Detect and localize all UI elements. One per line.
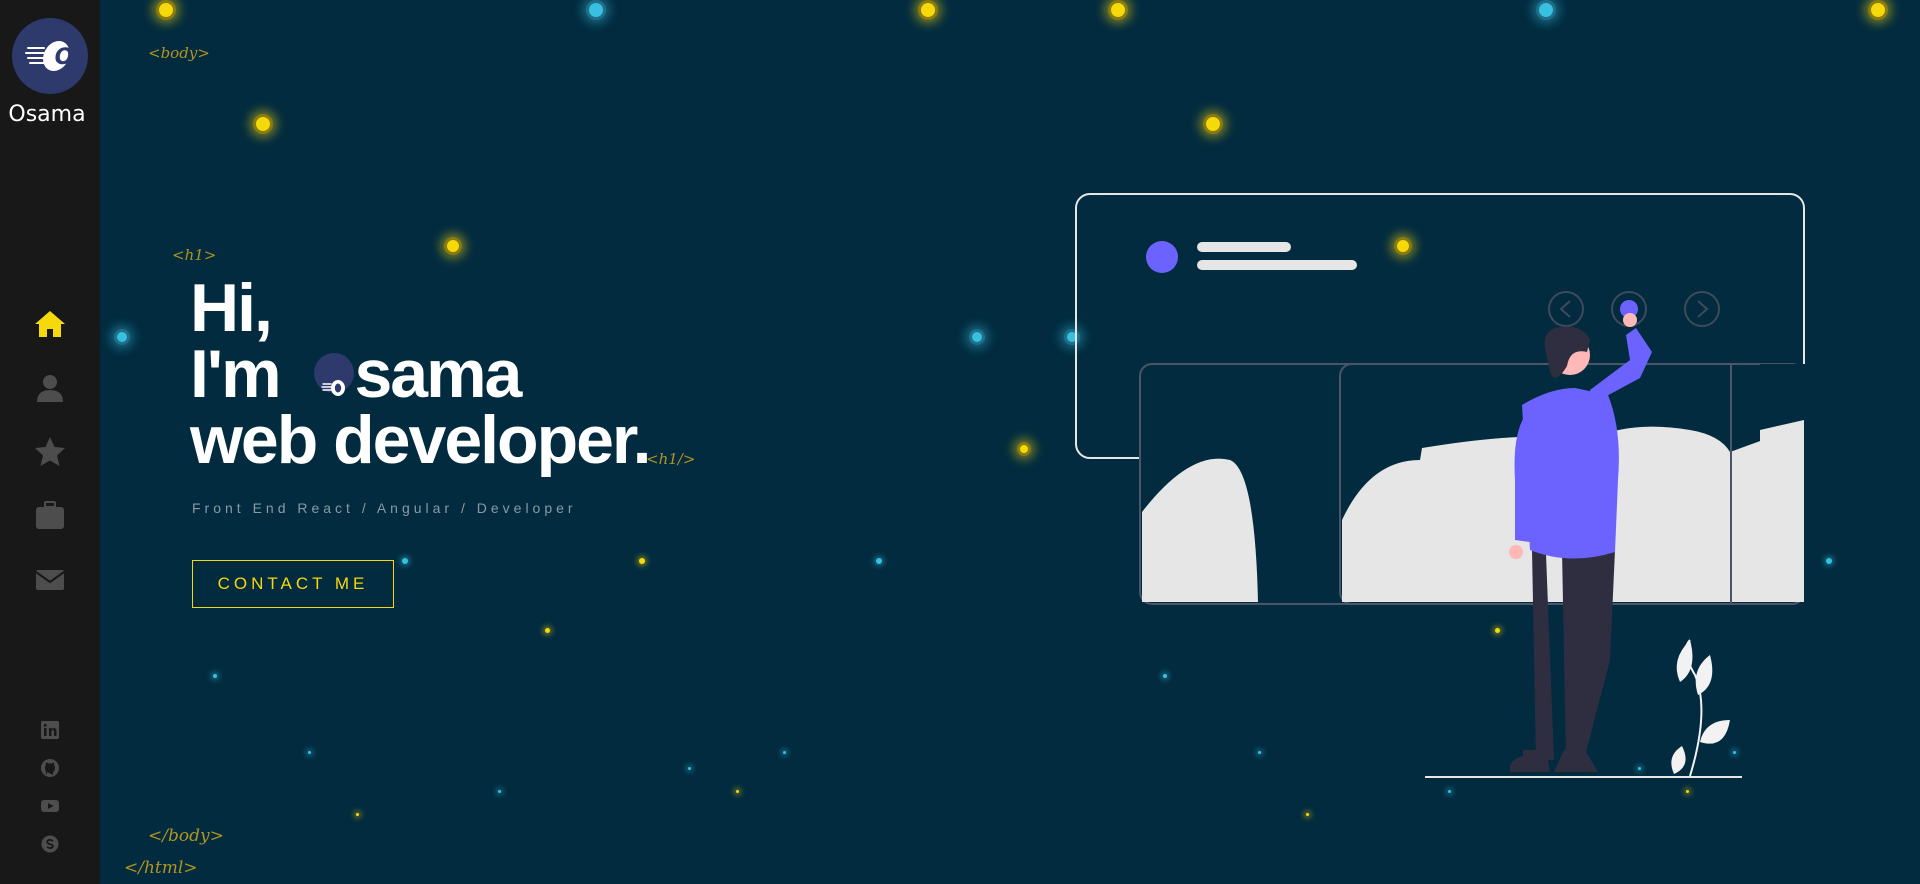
star-dot [1686, 790, 1689, 793]
star-dot [1306, 813, 1309, 816]
briefcase-icon [36, 501, 64, 529]
headline-logo-icon [314, 353, 355, 397]
star-dot [1203, 114, 1223, 134]
svg-text:O: O [55, 45, 74, 70]
tag-h1-close: <h1/> [646, 450, 696, 468]
nav-home[interactable] [30, 304, 70, 344]
nav-skills[interactable] [30, 432, 70, 472]
contact-me-button[interactable]: CONTACT ME [192, 560, 394, 608]
hero-subtitle: Front End React / Angular / Developer [192, 500, 577, 516]
star-icon [35, 437, 65, 466]
developer-illustration [1075, 193, 1806, 778]
star-dot [918, 0, 938, 20]
headline-line-1: Hi, [190, 270, 273, 346]
headline-name: sama [354, 336, 522, 412]
star-dot [783, 751, 786, 754]
star-dot [969, 329, 985, 345]
brand-name: Osama [8, 102, 86, 127]
nav-about[interactable] [30, 368, 70, 408]
star-dot [1108, 0, 1128, 20]
youtube-icon [41, 800, 59, 812]
envelope-icon [35, 570, 65, 590]
tag-h1-open: <h1> [172, 246, 217, 264]
nav-contact[interactable] [30, 560, 70, 600]
star-dot [156, 0, 176, 20]
star-dot [736, 790, 739, 793]
skype-icon [41, 835, 59, 853]
github-icon [41, 759, 59, 777]
logo-icon: O [25, 41, 74, 71]
star-dot [253, 114, 273, 134]
star-dot [444, 237, 462, 255]
star-dot [876, 558, 882, 564]
headline-prefix: I'm [190, 336, 282, 412]
home-icon [35, 311, 65, 337]
logo[interactable]: O [12, 18, 88, 94]
star-dot [1448, 790, 1451, 793]
tag-body-close: </body> [148, 826, 224, 846]
star-dot [639, 558, 645, 564]
star-dot [545, 628, 550, 633]
star-dot [213, 674, 217, 678]
social-linkedin[interactable] [40, 720, 60, 740]
star-dot [586, 0, 606, 20]
star-dot [1868, 0, 1888, 20]
star-dot [402, 558, 408, 564]
tag-body-open: <body> [148, 44, 210, 62]
star-dot [1826, 558, 1832, 564]
star-dot [688, 767, 691, 770]
star-dot [356, 813, 359, 816]
linkedin-icon [41, 721, 59, 739]
star-dot [1536, 0, 1556, 20]
star-dot [114, 329, 130, 345]
star-dot [498, 790, 501, 793]
headline-line-3: web developer. [190, 402, 652, 478]
headline-line-2: I'm sama [190, 340, 522, 408]
social-youtube[interactable] [40, 796, 60, 816]
social-github[interactable] [40, 758, 60, 778]
nav-portfolio[interactable] [30, 496, 70, 536]
star-dot [308, 751, 311, 754]
social-skype[interactable] [40, 834, 60, 854]
user-icon [37, 375, 63, 402]
tag-html-close: </html> [124, 858, 198, 878]
sidebar: O Osama [0, 0, 100, 884]
star-dot [1017, 442, 1031, 456]
